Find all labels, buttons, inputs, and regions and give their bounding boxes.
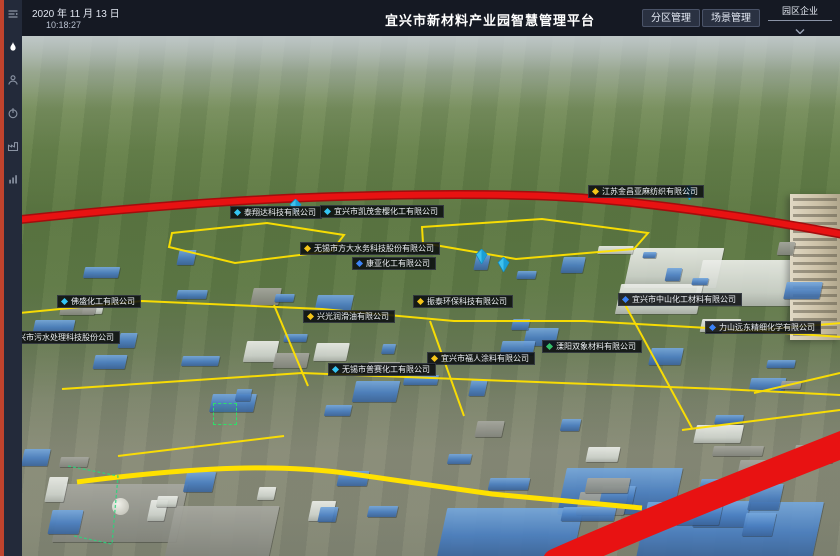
company-label[interactable]: 泰翔达科技有限公司 bbox=[230, 206, 322, 219]
chart-icon[interactable] bbox=[4, 170, 22, 188]
company-name: 兴光润滑油有限公司 bbox=[317, 311, 389, 322]
company-name: 无锡市方大水务科技股份有限公司 bbox=[314, 243, 434, 254]
company-name: 力山远东精细化学有限公司 bbox=[719, 322, 815, 333]
company-label[interactable]: 宜兴市污水处理科技股份公司 bbox=[22, 331, 120, 344]
company-label[interactable]: 力山远东精细化学有限公司 bbox=[705, 321, 821, 334]
road-line-thick bbox=[77, 468, 642, 508]
company-marker-icon bbox=[622, 296, 629, 303]
selection-box bbox=[213, 403, 237, 425]
company-label[interactable]: 无锡市方大水务科技股份有限公司 bbox=[300, 242, 440, 255]
time-label: 10:18:27 bbox=[46, 20, 81, 30]
dropdown-label: 园区企业 bbox=[768, 4, 832, 21]
company-marker-icon bbox=[324, 208, 331, 215]
menu-icon[interactable] bbox=[4, 5, 22, 23]
company-marker-icon bbox=[304, 245, 311, 252]
red-route-line bbox=[556, 440, 840, 556]
company-name: 振泰环保科技有限公司 bbox=[427, 296, 507, 307]
park-enterprises-dropdown[interactable]: 园区企业 bbox=[768, 4, 832, 39]
app-window: { "header": { "date": "2020 年 11 月 13 日"… bbox=[0, 0, 840, 556]
company-marker-icon bbox=[417, 298, 424, 305]
company-marker-icon bbox=[592, 188, 599, 195]
company-name: 江苏金昌亚麻纺织有限公司 bbox=[602, 186, 698, 197]
scene-management-button[interactable]: 场景管理 bbox=[702, 9, 760, 27]
company-label[interactable]: 江苏金昌亚麻纺织有限公司 bbox=[588, 185, 704, 198]
company-label[interactable]: 振泰环保科技有限公司 bbox=[413, 295, 513, 308]
fire-icon[interactable] bbox=[4, 38, 22, 56]
company-marker-icon bbox=[61, 298, 68, 305]
company-name: 无锡市普赛化工有限公司 bbox=[342, 364, 430, 375]
company-marker-icon bbox=[234, 209, 241, 216]
company-label[interactable]: 兴光润滑油有限公司 bbox=[303, 310, 395, 323]
factory-icon[interactable] bbox=[4, 137, 22, 155]
location-arrow-icon[interactable] bbox=[475, 249, 488, 264]
company-label[interactable]: 康亚化工有限公司 bbox=[352, 257, 436, 270]
location-arrow-icon[interactable] bbox=[497, 257, 510, 272]
top-header: 2020 年 11 月 13 日 10:18:27 宜兴市新材料产业园智慧管理平… bbox=[22, 0, 840, 36]
company-label[interactable]: 溧阳双象材料有限公司 bbox=[542, 340, 642, 353]
company-marker-icon bbox=[307, 313, 314, 320]
person-icon[interactable] bbox=[4, 71, 22, 89]
company-name: 泰翔达科技有限公司 bbox=[244, 207, 316, 218]
chevron-down-icon bbox=[795, 29, 805, 34]
company-marker-icon bbox=[332, 366, 339, 373]
zone-management-button[interactable]: 分区管理 bbox=[642, 9, 700, 27]
page-title: 宜兴市新材料产业园智慧管理平台 bbox=[385, 10, 595, 29]
company-marker-icon bbox=[709, 324, 716, 331]
company-name: 康亚化工有限公司 bbox=[366, 258, 430, 269]
company-name: 佛盛化工有限公司 bbox=[71, 296, 135, 307]
left-sidebar bbox=[0, 0, 22, 556]
company-name: 宜兴市凯茂金樱化工有限公司 bbox=[334, 206, 438, 217]
date-label: 2020 年 11 月 13 日 bbox=[32, 5, 120, 20]
company-label[interactable]: 宜兴市凯茂金樱化工有限公司 bbox=[320, 205, 444, 218]
company-marker-icon bbox=[356, 260, 363, 267]
company-label[interactable]: 宜兴市中山化工材料有限公司 bbox=[618, 293, 742, 306]
company-name: 宜兴市污水处理科技股份公司 bbox=[22, 332, 114, 343]
company-name: 宜兴市中山化工材料有限公司 bbox=[632, 294, 736, 305]
company-label[interactable]: 无锡市普赛化工有限公司 bbox=[328, 363, 436, 376]
company-name: 宜兴市福人涂料有限公司 bbox=[441, 353, 529, 364]
company-label[interactable]: 宜兴市福人涂料有限公司 bbox=[427, 352, 535, 365]
company-marker-icon bbox=[546, 343, 553, 350]
map-3d-view[interactable]: 泰翔达科技有限公司 宜兴市凯茂金樱化工有限公司无锡市方大水务科技股份有限公司康亚化… bbox=[22, 36, 840, 556]
company-name: 溧阳双象材料有限公司 bbox=[556, 341, 636, 352]
power-icon[interactable] bbox=[4, 104, 22, 122]
company-label[interactable]: 佛盛化工有限公司 bbox=[57, 295, 141, 308]
company-marker-icon bbox=[431, 355, 438, 362]
